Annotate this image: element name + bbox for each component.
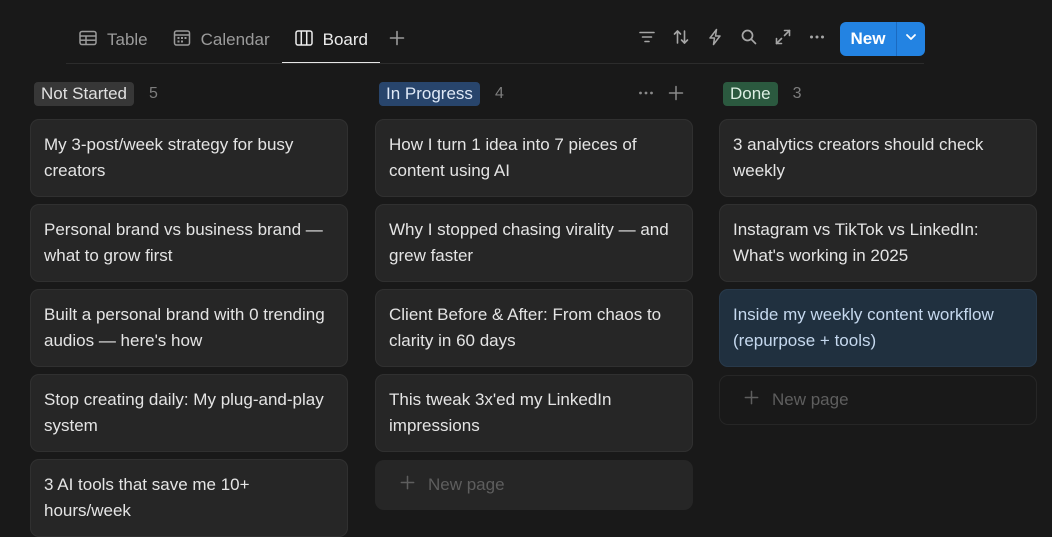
new-split-button: New — [840, 22, 925, 56]
column-in-progress: In Progress 4 How I turn 1 idea into 7 p… — [375, 80, 693, 510]
automation-button[interactable] — [698, 22, 732, 56]
plus-icon — [743, 389, 760, 411]
automation-bolt-icon — [706, 28, 724, 51]
plus-icon — [388, 29, 406, 52]
card-count: 3 — [792, 85, 802, 102]
tab-calendar-label: Calendar — [200, 30, 270, 49]
search-icon — [740, 28, 758, 51]
column-done: Done 3 3 analytics creators should check… — [719, 80, 1037, 409]
board-tools — [630, 22, 834, 56]
view-toolbar: Table Calendar Board New — [0, 0, 1052, 64]
column-header: Not Started 5 — [30, 80, 348, 108]
filter-button[interactable] — [630, 22, 664, 56]
board-card[interactable]: This tweak 3x'ed my LinkedIn impressions — [375, 374, 693, 452]
board-card[interactable]: Stop creating daily: My plug-and-play sy… — [30, 374, 348, 452]
board-card-selected[interactable]: Inside my weekly content workflow (repur… — [719, 289, 1037, 367]
board-card[interactable]: 3 analytics creators should check weekly — [719, 119, 1037, 197]
search-button[interactable] — [732, 22, 766, 56]
more-icon — [808, 28, 826, 51]
sort-icon — [672, 28, 690, 51]
view-tabs: Table Calendar Board — [66, 22, 412, 64]
tab-board-label: Board — [322, 30, 369, 49]
new-options-button[interactable] — [896, 22, 925, 56]
column-actions — [637, 84, 685, 107]
tabs-divider — [66, 63, 924, 64]
column-header: Done 3 — [719, 80, 1037, 108]
card-count: 4 — [494, 85, 504, 102]
board-card[interactable]: 3 AI tools that save me 10+ hours/week — [30, 459, 348, 537]
new-page-button[interactable]: New page — [719, 375, 1037, 425]
tab-calendar[interactable]: Calendar — [160, 22, 282, 58]
column-more-icon[interactable] — [637, 84, 655, 107]
board-card[interactable]: Built a personal brand with 0 trending a… — [30, 289, 348, 367]
expand-button[interactable] — [766, 22, 800, 56]
calendar-icon — [172, 28, 192, 53]
new-page-button[interactable]: New page — [375, 460, 693, 510]
board-card[interactable]: Why I stopped chasing virality — and gre… — [375, 204, 693, 282]
board-card[interactable]: Instagram vs TikTok vs LinkedIn: What's … — [719, 204, 1037, 282]
add-view-button[interactable] — [382, 22, 412, 58]
status-badge[interactable]: Done — [723, 82, 778, 106]
new-page-label: New page — [772, 390, 849, 409]
sort-button[interactable] — [664, 22, 698, 56]
tab-board[interactable]: Board — [281, 22, 381, 64]
board-icon — [294, 28, 314, 53]
tab-table[interactable]: Table — [66, 22, 160, 58]
column-header: In Progress 4 — [375, 80, 693, 108]
column-not-started: Not Started 5 My 3-post/week strategy fo… — [30, 80, 348, 537]
board-card[interactable]: Personal brand vs business brand — what … — [30, 204, 348, 282]
board-card[interactable]: Client Before & After: From chaos to cla… — [375, 289, 693, 367]
filter-icon — [638, 28, 656, 51]
tab-table-label: Table — [107, 30, 148, 49]
board-card[interactable]: How I turn 1 idea into 7 pieces of conte… — [375, 119, 693, 197]
new-button[interactable]: New — [840, 22, 896, 56]
table-icon — [78, 28, 98, 53]
status-badge[interactable]: In Progress — [379, 82, 480, 106]
new-page-label: New page — [428, 475, 505, 494]
card-count: 5 — [149, 85, 158, 102]
chevron-down-icon — [904, 30, 918, 49]
more-button[interactable] — [800, 22, 834, 56]
plus-icon — [399, 474, 416, 496]
expand-icon — [774, 28, 792, 51]
status-badge[interactable]: Not Started — [34, 82, 134, 106]
board-card[interactable]: My 3-post/week strategy for busy creator… — [30, 119, 348, 197]
column-add-icon[interactable] — [667, 84, 685, 107]
